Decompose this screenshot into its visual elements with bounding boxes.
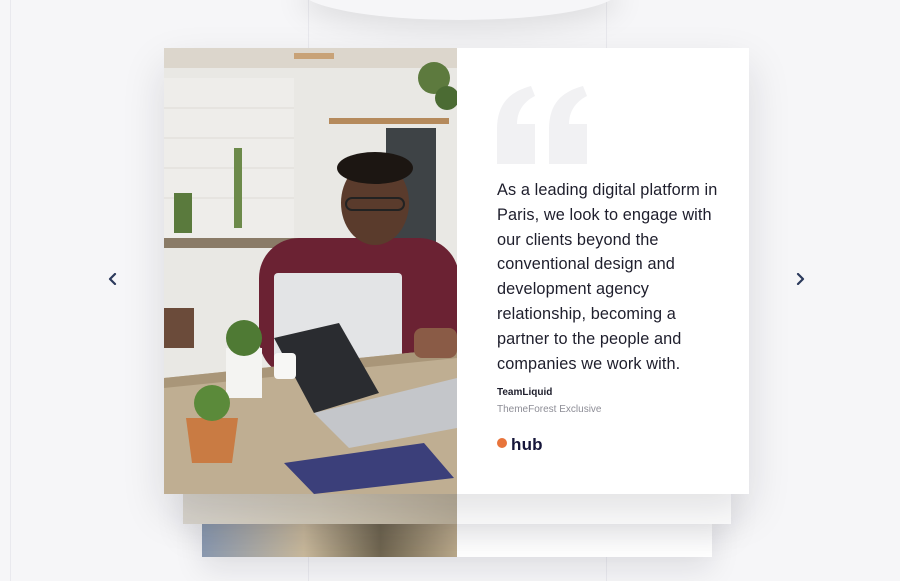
carousel-prev-button[interactable]: [103, 269, 123, 289]
quote-icon: [495, 86, 591, 170]
chevron-left-icon: [108, 273, 117, 285]
grid-line: [10, 0, 11, 581]
testimonial-content: As a leading digital platform in Paris, …: [457, 48, 749, 494]
brand-dot-icon: [497, 438, 507, 448]
carousel-next-button[interactable]: [790, 269, 810, 289]
office-photo-illustration: [164, 48, 457, 494]
testimonial-photo: [164, 48, 457, 494]
testimonial-author: TeamLiquid: [497, 387, 553, 398]
testimonial-card: As a leading digital platform in Paris, …: [164, 48, 749, 494]
chevron-right-icon: [796, 273, 805, 285]
testimonial-quote: As a leading digital platform in Paris, …: [497, 181, 718, 373]
brand-logo: hub: [497, 435, 543, 455]
brand-name: hub: [511, 435, 543, 454]
testimonial-author-role: ThemeForest Exclusive: [497, 404, 602, 415]
adjacent-card-shadow: [300, 0, 620, 20]
